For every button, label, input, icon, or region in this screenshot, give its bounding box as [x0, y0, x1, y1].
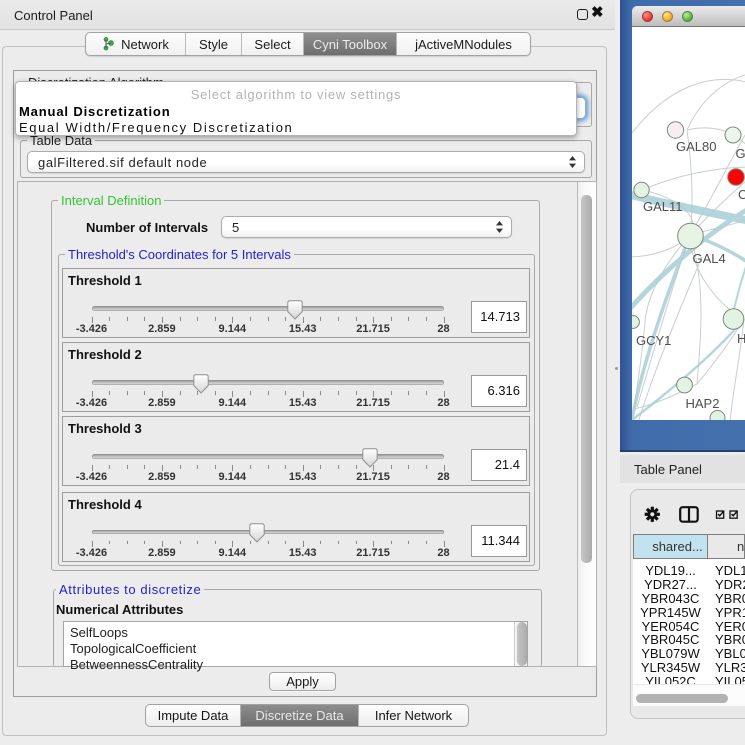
svg-text:H: H: [737, 331, 745, 346]
svg-text:G: G: [736, 146, 745, 161]
svg-text:C: C: [738, 187, 745, 202]
svg-text:GAL4: GAL4: [693, 251, 726, 266]
svg-text:GCY1: GCY1: [636, 333, 671, 348]
svg-text:GAL11: GAL11: [643, 199, 683, 214]
svg-text:HAP2: HAP2: [686, 396, 720, 411]
svg-text:GAL80: GAL80: [676, 139, 716, 154]
